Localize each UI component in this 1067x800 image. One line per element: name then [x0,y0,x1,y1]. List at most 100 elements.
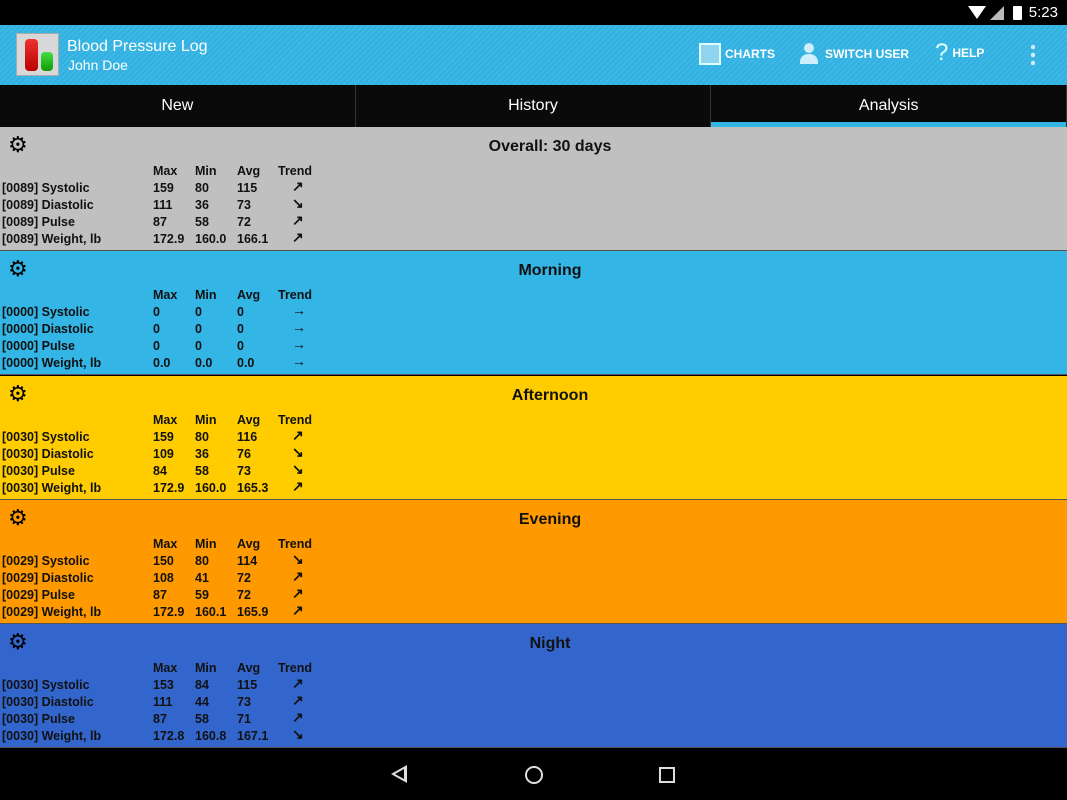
row-avg: 72 [237,215,251,229]
column-header-max: Max [153,164,178,178]
trend-down-icon: ↘ [292,726,304,742]
row-avg: 73 [237,464,251,478]
current-user: John Doe [68,57,128,73]
tab-new[interactable]: New [0,85,356,127]
row-min: 160.0 [195,232,227,246]
recents-icon[interactable] [659,767,675,783]
row-label: [0029] Diastolic [2,571,94,585]
trend-up-icon: ↗ [292,178,304,194]
back-icon[interactable] [391,765,407,783]
row-max: 111 [153,695,173,709]
row-avg: 0.0 [237,356,255,370]
trend-up-icon: ↗ [292,427,304,443]
row-min: 80 [195,181,209,195]
status-bar: 5:23 [0,0,1067,25]
column-header-max: Max [153,288,178,302]
row-max: 111 [153,198,173,212]
row-avg: 115 [237,678,258,692]
column-header-min: Min [195,413,217,427]
row-max: 84 [153,464,167,478]
row-max: 108 [153,571,174,585]
overflow-menu-icon[interactable] [1031,43,1035,67]
section-title: Morning [518,262,582,279]
home-icon[interactable] [525,766,543,784]
column-header-min: Min [195,164,217,178]
column-header-trend: Trend [278,288,313,302]
battery-icon [1013,6,1022,20]
trend-up-icon: ↗ [292,709,304,725]
tab-analysis[interactable]: Analysis [711,85,1067,127]
app-bar: Blood Pressure Log John Doe CHARTS SWITC… [0,25,1067,85]
row-avg: 72 [237,571,251,585]
tab-history[interactable]: History [356,85,712,127]
row-max: 87 [153,588,167,602]
section-title: Night [529,635,571,652]
cell-signal-icon [990,6,1004,20]
trend-flat-icon: → [292,336,306,352]
row-label: [0030] Diastolic [2,447,94,461]
row-max: 109 [153,447,174,461]
row-max: 0 [153,322,160,336]
column-header-min: Min [195,288,217,302]
row-max: 87 [153,215,167,229]
app-title: Blood Pressure Log [67,38,208,55]
row-max: 87 [153,712,167,726]
charts-button[interactable]: CHARTS [699,43,775,65]
analysis-section: ⚙ Overall: 30 days Max Min Avg Trend [0089] Sy… [0,127,1067,251]
row-max: 0 [153,305,160,319]
section-title: Afternoon [511,387,589,404]
row-label: [0000] Diastolic [2,322,94,336]
column-header-trend: Trend [278,537,313,551]
column-header-avg: Avg [237,288,261,302]
row-label: [0030] Weight, lb [2,729,102,743]
column-header-max: Max [153,661,178,675]
row-min: 160.0 [195,481,227,495]
switch-user-button[interactable]: SWITCH USER [799,43,909,65]
row-min: 160.8 [195,729,227,743]
section-title: Evening [518,511,582,528]
row-min: 80 [195,430,209,444]
analysis-section: ⚙ Morning Max Min Avg Trend [0000] Systolic 0 0 0… [0,251,1067,375]
trend-down-icon: ↘ [292,551,304,567]
row-min: 36 [195,198,209,212]
trend-flat-icon: → [292,302,306,318]
row-min: 0 [195,305,202,319]
row-avg: 76 [237,447,251,461]
row-min: 160.1 [195,605,227,619]
row-max: 0 [153,339,160,353]
row-avg: 0 [237,305,244,319]
column-header-min: Min [195,537,217,551]
row-min: 58 [195,215,209,229]
row-label: [0030] Pulse [2,712,75,726]
trend-up-icon: ↗ [292,602,304,618]
column-header-max: Max [153,537,178,551]
column-header-avg: Avg [237,537,261,551]
row-max: 172.8 [153,729,185,743]
tab-bar: New History Analysis [0,85,1067,127]
chart-icon [699,43,721,65]
row-avg: 0 [237,322,244,336]
row-label: [0030] Systolic [2,678,90,692]
trend-up-icon: ↗ [292,478,304,494]
row-avg: 115 [237,181,258,195]
row-label: [0029] Pulse [2,588,75,602]
row-label: [0030] Systolic [2,430,90,444]
column-header-trend: Trend [278,164,313,178]
row-min: 59 [195,588,209,602]
row-min: 36 [195,447,209,461]
help-button[interactable]: ? HELP [935,39,984,67]
trend-up-icon: ↗ [292,675,304,691]
wifi-icon [968,6,986,19]
analysis-section: ⚙ Afternoon Max Min Avg Trend [0030] Systolic 1… [0,376,1067,500]
row-min: 0 [195,339,202,353]
trend-flat-icon: → [292,353,306,369]
row-avg: 73 [237,198,251,212]
row-label: [0029] Systolic [2,554,90,568]
app-logo [16,33,59,76]
row-label: [0089] Diastolic [2,198,94,212]
column-header-avg: Avg [237,413,261,427]
trend-flat-icon: → [292,319,306,335]
row-avg: 165.9 [237,605,269,619]
row-avg: 0 [237,339,244,353]
row-max: 150 [153,554,174,568]
